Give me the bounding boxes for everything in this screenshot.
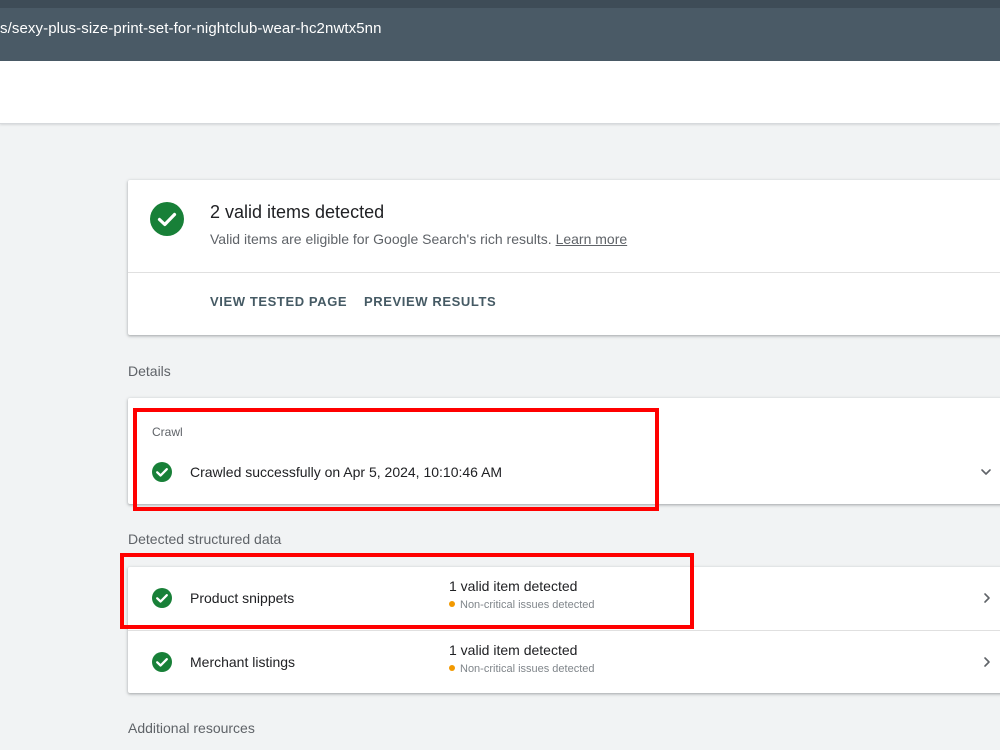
- check-circle-icon: [152, 462, 172, 482]
- check-circle-icon: [150, 202, 184, 236]
- chevron-right-icon[interactable]: [980, 591, 994, 605]
- crawl-label: Crawl: [152, 425, 183, 439]
- structured-data-row-product-snippets[interactable]: Product snippets 1 valid item detected N…: [128, 567, 1000, 630]
- crawl-card[interactable]: Crawl Crawled successfully on Apr 5, 202…: [128, 398, 1000, 504]
- item-note: Non-critical issues detected: [449, 599, 595, 611]
- item-status: 1 valid item detected: [449, 578, 578, 594]
- item-name: Product snippets: [190, 590, 295, 606]
- additional-resources-heading: Additional resources: [128, 720, 255, 736]
- summary-card: 2 valid items detected Valid items are e…: [128, 180, 1000, 335]
- summary-title: 2 valid items detected: [210, 202, 385, 222]
- summary-subtitle: Valid items are eligible for Google Sear…: [210, 231, 627, 247]
- preview-results-button[interactable]: PREVIEW RESULTS: [364, 294, 496, 309]
- check-circle-icon: [152, 652, 172, 672]
- header-bar: [0, 61, 1000, 124]
- warning-dot-icon: [449, 601, 455, 608]
- check-circle-icon: [152, 588, 172, 608]
- item-note: Non-critical issues detected: [449, 663, 595, 675]
- url-bar: s/sexy-plus-size-print-set-for-nightclub…: [0, 0, 1000, 61]
- item-note-text: Non-critical issues detected: [460, 663, 595, 675]
- item-note-text: Non-critical issues detected: [460, 599, 595, 611]
- top-strip: [0, 0, 1000, 8]
- warning-dot-icon: [449, 665, 455, 672]
- tested-url: s/sexy-plus-size-print-set-for-nightclub…: [0, 20, 382, 37]
- divider: [128, 272, 1000, 273]
- learn-more-link[interactable]: Learn more: [556, 231, 628, 247]
- view-tested-page-button[interactable]: VIEW TESTED PAGE: [210, 294, 347, 309]
- details-heading: Details: [128, 363, 171, 379]
- item-status: 1 valid item detected: [449, 642, 578, 658]
- structured-data-row-merchant-listings[interactable]: Merchant listings 1 valid item detected …: [128, 630, 1000, 693]
- chevron-down-icon[interactable]: [979, 465, 993, 479]
- summary-subtitle-text: Valid items are eligible for Google Sear…: [210, 231, 552, 247]
- item-name: Merchant listings: [190, 654, 296, 670]
- chevron-right-icon[interactable]: [980, 655, 994, 669]
- structured-data-card: Product snippets 1 valid item detected N…: [128, 567, 1000, 693]
- structured-data-heading: Detected structured data: [128, 531, 282, 547]
- crawl-status: Crawled successfully on Apr 5, 2024, 10:…: [190, 464, 503, 480]
